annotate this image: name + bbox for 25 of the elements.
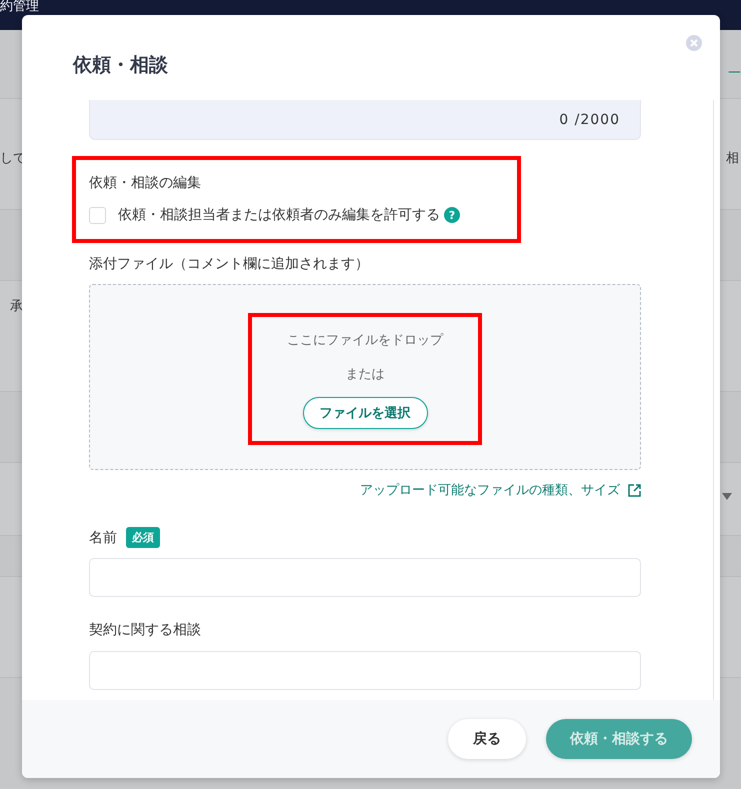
character-counter: 0 /2000	[559, 112, 620, 128]
checkbox-label: 依頼・相談担当者または依頼者のみ編集を許可する	[118, 206, 440, 224]
section-heading: 依頼・相談の編集	[89, 174, 202, 192]
background-text: 一	[728, 65, 741, 82]
attachment-label: 添付ファイル（コメント欄に追加されます）	[89, 255, 370, 273]
required-badge: 必須	[126, 527, 160, 548]
background-text: 承	[10, 298, 23, 315]
drop-text: ここにファイルをドロップ	[287, 332, 443, 349]
field-label: 契約に関する相談	[89, 621, 201, 639]
dialog-title: 依頼・相談	[73, 52, 168, 78]
text-field[interactable]	[89, 558, 641, 597]
background-text: 相	[726, 150, 739, 167]
dropdown-caret-icon	[722, 493, 732, 500]
back-button[interactable]: 戻る	[448, 719, 526, 759]
comment-textarea[interactable]: 0 /2000	[89, 100, 641, 140]
drop-zone[interactable]: ここにファイルをドロップ または ファイルを選択	[89, 284, 641, 470]
close-icon[interactable]	[686, 35, 702, 51]
choose-file-button[interactable]: ファイルを選択	[302, 397, 428, 429]
field-label: 名前	[89, 528, 117, 546]
help-icon[interactable]: ?	[444, 207, 460, 223]
external-link-icon[interactable]	[628, 484, 641, 496]
file-types-link[interactable]: アップロード可能なファイルの種類、サイズ	[360, 481, 620, 499]
or-text: または	[346, 366, 384, 383]
checkbox[interactable]	[89, 206, 106, 224]
text-field[interactable]	[89, 651, 641, 690]
